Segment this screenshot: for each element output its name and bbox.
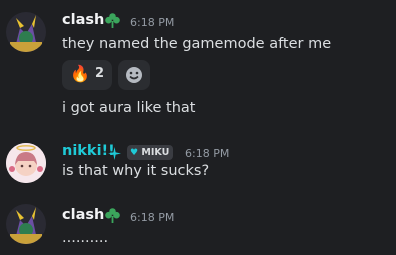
avatar-clash[interactable] xyxy=(6,12,46,52)
fire-emoji: 🔥 xyxy=(70,64,90,83)
message-text: is that why it sucks? xyxy=(62,163,210,179)
server-tag[interactable]: ♥ MIKU xyxy=(127,145,174,160)
clover-icon xyxy=(104,12,121,33)
timestamp: 6:18 PM xyxy=(185,147,230,160)
author-name[interactable]: clash xyxy=(62,12,104,28)
message-text: i got aura like that xyxy=(62,100,196,116)
timestamp: 6:18 PM xyxy=(130,211,175,224)
heart-icon: ♥ xyxy=(130,148,139,158)
clover-icon xyxy=(104,207,121,228)
message-text: .......... xyxy=(62,230,109,246)
sparkle-icon xyxy=(108,145,121,164)
reaction-fire[interactable]: 🔥 2 xyxy=(62,60,112,90)
add-reaction-icon xyxy=(125,66,143,88)
add-reaction-button[interactable] xyxy=(118,60,150,90)
message-text: they named the gamemode after me xyxy=(62,36,332,52)
avatar-nikki[interactable] xyxy=(6,143,46,183)
avatar-clash[interactable] xyxy=(6,204,46,244)
author-name[interactable]: clash xyxy=(62,207,104,223)
reaction-count: 2 xyxy=(95,66,105,81)
server-tag-label: MIKU xyxy=(141,147,170,158)
timestamp: 6:18 PM xyxy=(130,16,175,29)
author-name[interactable]: nikki!! xyxy=(62,143,115,159)
